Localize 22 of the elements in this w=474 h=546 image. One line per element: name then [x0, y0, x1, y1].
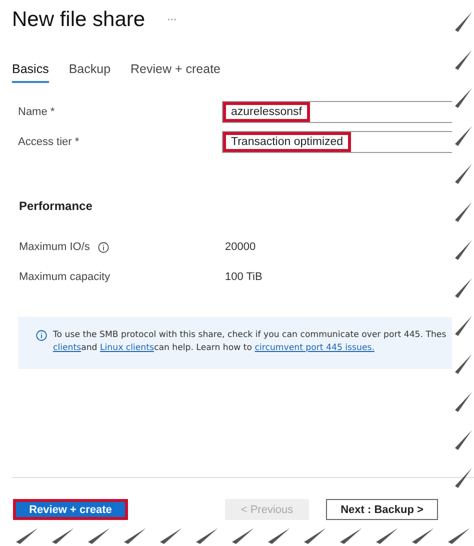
- link[interactable]: Linux clients: [100, 343, 154, 353]
- input-field[interactable]: azurelessonsf: [222, 101, 452, 123]
- more-menu[interactable]: ···: [167, 14, 177, 26]
- tab[interactable]: Basics: [12, 62, 49, 83]
- next-button[interactable]: Next : Backup >: [326, 499, 438, 520]
- page-title: New file share: [12, 8, 146, 32]
- info-icon: [98, 242, 109, 252]
- notice-text: To use the SMB protocol with this share, check if you can communicate over port 445. Thes clientsand Linux clientscan help. Learn how to circumvent port 445 issues.: [53, 329, 446, 355]
- property-value: 20000: [225, 241, 257, 253]
- link[interactable]: clients: [53, 343, 82, 353]
- property-label: Maximum capacity: [19, 271, 110, 283]
- link[interactable]: circumvent port 445 issues.: [254, 343, 374, 353]
- tab[interactable]: Backup: [68, 62, 111, 83]
- tab[interactable]: Review + create: [130, 62, 221, 83]
- section-heading: Performance: [18, 198, 94, 213]
- property-label: Maximum IO/s: [19, 241, 90, 253]
- info-icon: [36, 330, 47, 341]
- field-label: Access tier *: [18, 136, 80, 148]
- input-field[interactable]: Transaction optimized: [222, 131, 452, 153]
- property-value: 100 TiB: [225, 271, 264, 283]
- review-create-button[interactable]: Review + create: [13, 499, 128, 520]
- field-label: Name *: [18, 106, 56, 118]
